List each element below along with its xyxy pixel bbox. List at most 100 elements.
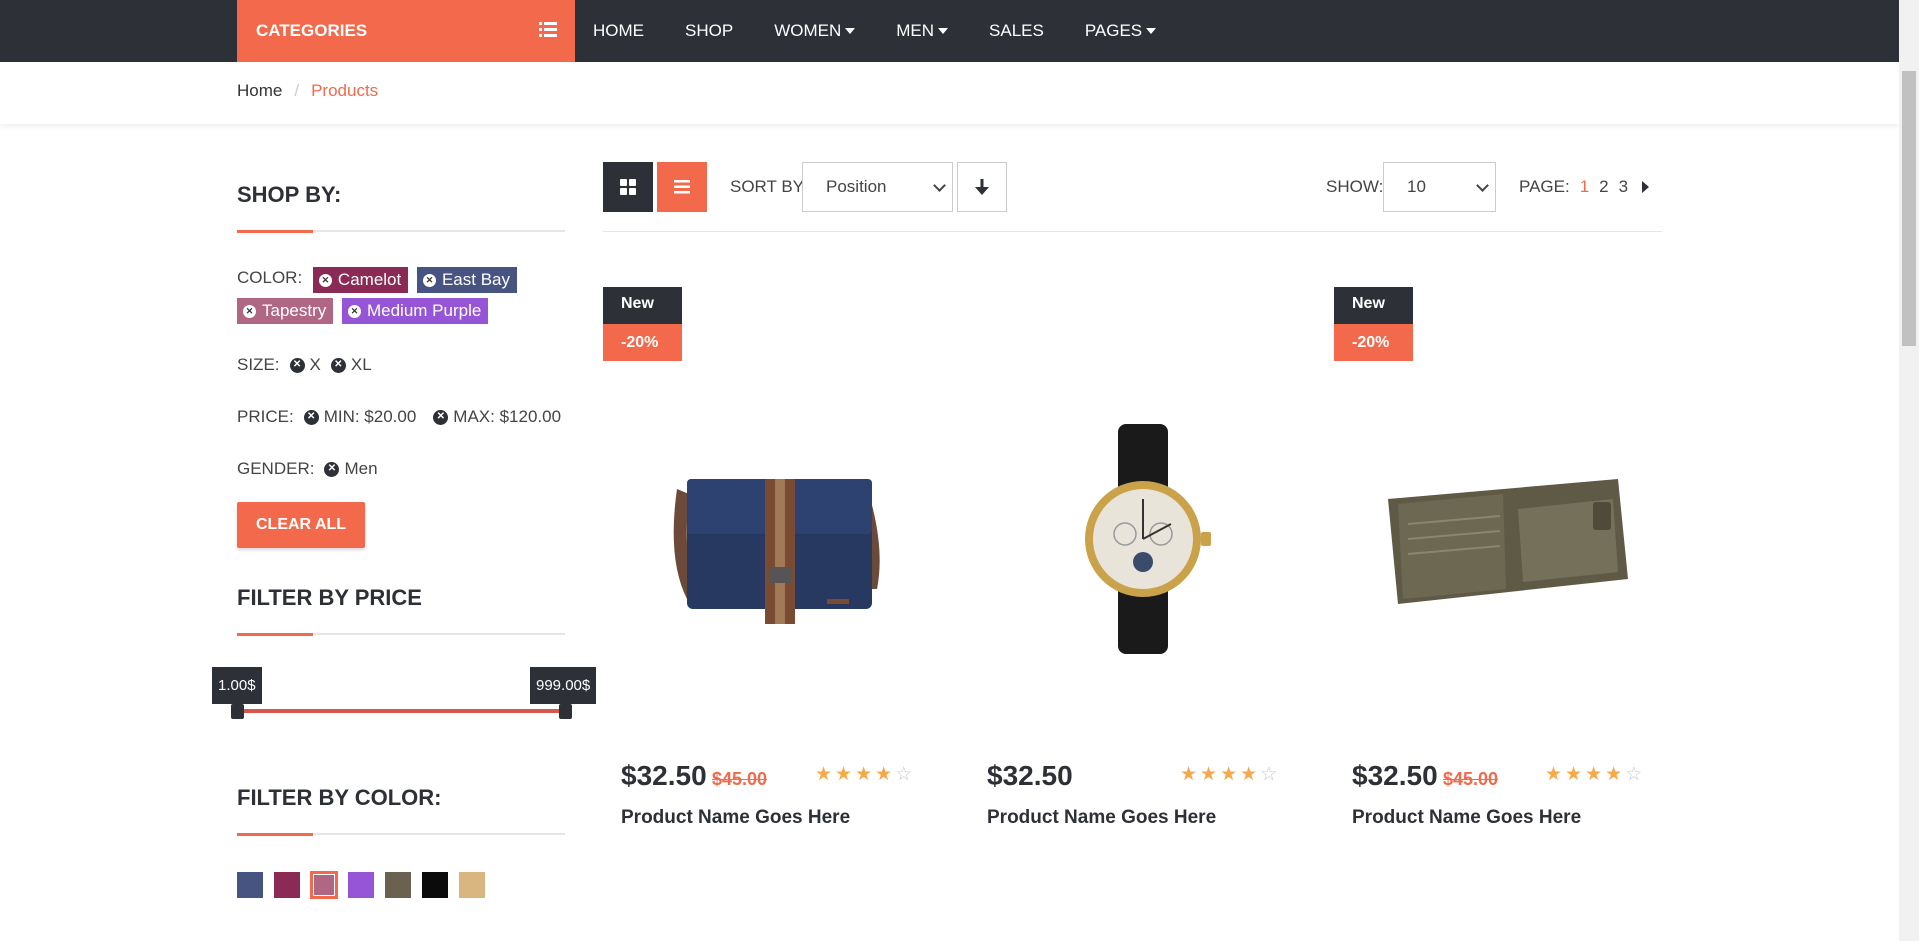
product-rating: ★ ★ ★ ★ ☆ <box>815 765 912 784</box>
price-max-chip: MAX: $120.00 <box>453 407 562 426</box>
remove-icon[interactable]: ✕ <box>433 409 449 425</box>
product-name[interactable]: Product Name Goes Here <box>987 807 1216 829</box>
categories-button[interactable]: CATEGORIES <box>237 0 575 62</box>
color-swatch[interactable] <box>385 872 411 898</box>
next-page-icon[interactable] <box>1642 181 1650 193</box>
color-chip-camelot[interactable]: ✕ Camelot <box>312 267 409 293</box>
list-icon <box>674 180 690 194</box>
price-slider-min-label: 1.00$ <box>212 667 262 704</box>
scrollbar-thumb[interactable] <box>1902 71 1916 346</box>
nav-men[interactable]: MEN <box>896 21 949 41</box>
star-icon: ★ <box>1585 764 1603 785</box>
remove-icon[interactable]: ✕ <box>243 304 256 318</box>
breadcrumb-home[interactable]: Home <box>237 81 282 101</box>
price-slider-max-handle[interactable] <box>559 704 572 719</box>
sort-direction-button[interactable] <box>957 162 1007 212</box>
product-toolbar: SORT BY: Position SHOW: 10 PAGE: 1 2 3 <box>603 162 1662 232</box>
price-min-chip: MIN: $20.00 <box>323 407 417 426</box>
caret-down-icon <box>845 28 856 34</box>
remove-icon[interactable]: ✕ <box>330 357 346 373</box>
nav-women[interactable]: WOMEN <box>774 21 856 41</box>
star-icon: ★ <box>1180 764 1198 785</box>
product-rating: ★ ★ ★ ★ ☆ <box>1180 765 1277 784</box>
page-1-link[interactable]: 1 <box>1580 177 1589 197</box>
remove-icon[interactable]: ✕ <box>347 304 361 318</box>
price-filter-label: PRICE: <box>237 407 294 426</box>
categories-label: CATEGORIES <box>256 21 368 40</box>
product-card[interactable]: $32.50 ★ ★ ★ ★ ☆ Product Name Goes Here <box>969 287 1317 857</box>
chevron-down-icon <box>933 179 946 192</box>
page-3-link[interactable]: 3 <box>1619 177 1628 197</box>
star-empty-icon: ☆ <box>895 764 913 785</box>
nav-home[interactable]: HOME <box>593 21 644 41</box>
color-swatches <box>237 872 565 898</box>
nav-sales[interactable]: SALES <box>989 21 1044 41</box>
chevron-down-icon <box>1476 179 1489 192</box>
shop-by-title: SHOP BY: <box>237 182 342 207</box>
star-empty-icon: ☆ <box>1260 764 1278 785</box>
remove-icon[interactable]: ✕ <box>324 461 340 477</box>
star-icon: ★ <box>1200 764 1218 785</box>
color-chip-tapestry[interactable]: ✕ Tapestry <box>237 298 334 324</box>
star-icon: ★ <box>855 764 873 785</box>
color-swatch[interactable] <box>348 872 374 898</box>
product-name[interactable]: Product Name Goes Here <box>621 807 850 829</box>
price-slider: 1.00$ 999.00$ <box>212 635 597 753</box>
remove-icon[interactable]: ✕ <box>422 273 436 287</box>
caret-down-icon <box>938 28 949 34</box>
grid-view-button[interactable] <box>603 162 653 212</box>
product-old-price: $45.00 <box>712 769 768 789</box>
arrow-down-icon <box>975 179 989 195</box>
product-card[interactable]: New -20% $32.50 $45.00 ★ ★ ★ ★ ☆ Product Nam… <box>1334 287 1682 857</box>
page-label: PAGE: <box>1519 177 1570 196</box>
product-name[interactable]: Product Name Goes Here <box>1352 807 1581 829</box>
list-view-button[interactable] <box>657 162 707 212</box>
star-icon: ★ <box>835 764 853 785</box>
discount-badge: -20% <box>1334 324 1413 361</box>
new-badge: New <box>603 287 682 324</box>
star-icon: ★ <box>1545 764 1563 785</box>
price-slider-track[interactable] <box>237 709 565 713</box>
star-empty-icon: ☆ <box>1625 764 1643 785</box>
product-image-wallet[interactable] <box>1334 379 1682 699</box>
nav-pages[interactable]: PAGES <box>1085 21 1157 41</box>
color-filter-label: COLOR: <box>237 267 303 287</box>
grid-icon <box>620 179 636 195</box>
sort-select[interactable]: Position <box>802 162 953 212</box>
pagination: PAGE: 1 2 3 <box>1519 177 1659 197</box>
gender-filter-label: GENDER: <box>237 459 315 478</box>
price-slider-min-handle[interactable] <box>231 704 244 719</box>
clear-all-button[interactable]: CLEAR ALL <box>237 502 366 548</box>
remove-icon[interactable]: ✕ <box>318 273 332 287</box>
color-chip-medium-purple[interactable]: ✕ Medium Purple <box>341 298 489 324</box>
page-scrollbar[interactable] <box>1899 0 1919 941</box>
breadcrumb: Home / Products <box>237 81 378 101</box>
color-swatch-selected[interactable] <box>311 872 337 898</box>
star-icon: ★ <box>815 764 833 785</box>
color-swatch[interactable] <box>274 872 300 898</box>
color-swatch[interactable] <box>237 872 263 898</box>
remove-icon[interactable]: ✕ <box>289 357 305 373</box>
show-select[interactable]: 10 <box>1383 162 1496 212</box>
product-image-wrist-watch[interactable] <box>969 379 1317 699</box>
price-slider-max-label: 999.00$ <box>530 667 597 704</box>
sidebar: SHOP BY: COLOR: ✕ Camelot ✕ East Bay ✕ Tape… <box>212 160 597 898</box>
star-icon: ★ <box>1605 764 1623 785</box>
breadcrumb-current: Products <box>311 81 379 100</box>
list-icon <box>539 22 557 37</box>
price-filter-group: PRICE: ✕ MIN: $20.00 ✕ MAX: $120.00 <box>237 407 565 427</box>
star-icon: ★ <box>1240 764 1258 785</box>
section-divider <box>237 833 565 836</box>
product-price: $32.50 <box>621 760 707 791</box>
star-icon: ★ <box>1565 764 1583 785</box>
remove-icon[interactable]: ✕ <box>303 409 319 425</box>
color-swatch[interactable] <box>422 872 448 898</box>
product-card[interactable]: New -20% $32.50 $45.00 ★ ★ ★ ★ ☆ Product Nam… <box>603 287 951 857</box>
filter-by-color-title: FILTER BY COLOR: <box>237 785 442 810</box>
page-2-link[interactable]: 2 <box>1599 177 1608 197</box>
product-image-messenger-bag[interactable] <box>603 379 951 699</box>
color-swatch[interactable] <box>459 872 485 898</box>
sort-by-label: SORT BY: <box>730 177 808 196</box>
color-chip-east-bay[interactable]: ✕ East Bay <box>416 267 518 293</box>
nav-shop[interactable]: SHOP <box>685 21 733 41</box>
